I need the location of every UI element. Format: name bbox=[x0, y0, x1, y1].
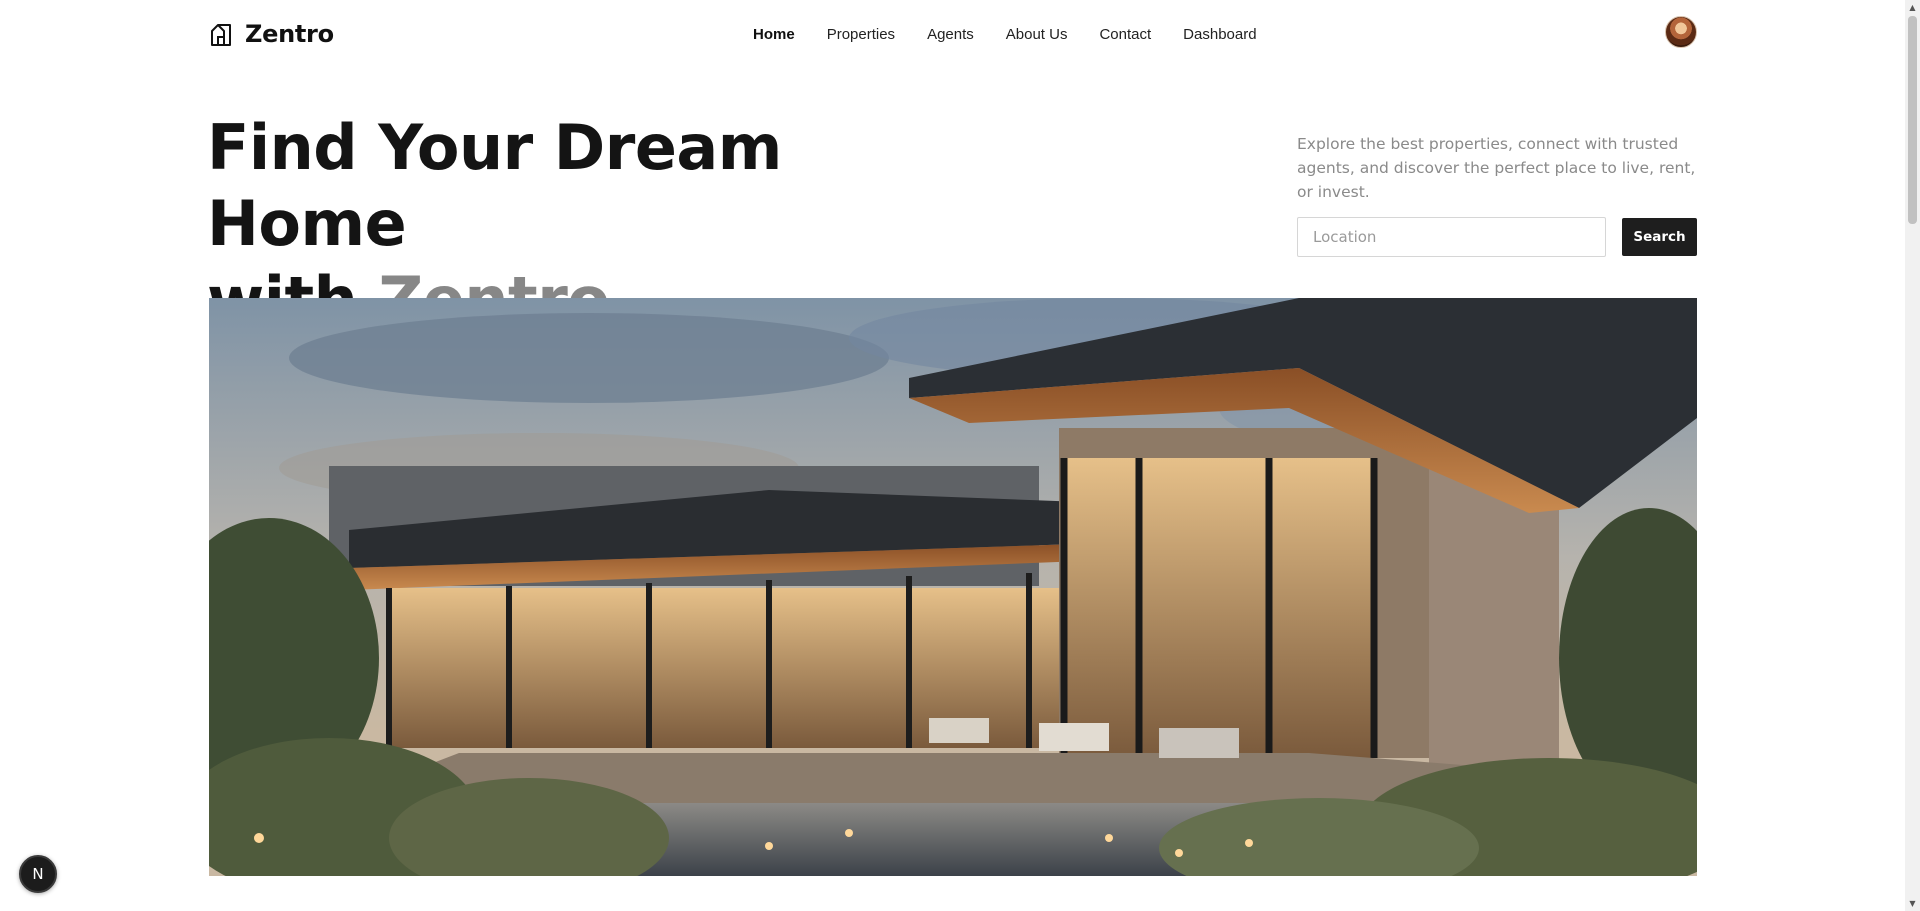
user-avatar[interactable] bbox=[1665, 16, 1697, 48]
page: Zentro Home Properties Agents About Us C… bbox=[0, 0, 1905, 911]
search-button[interactable]: Search bbox=[1622, 218, 1697, 256]
location-search: Search bbox=[1297, 217, 1697, 257]
hero-image bbox=[209, 298, 1697, 876]
nav-home[interactable]: Home bbox=[753, 26, 795, 43]
navbar: Zentro Home Properties Agents About Us C… bbox=[209, 14, 1697, 58]
brand-logo[interactable]: Zentro bbox=[209, 20, 334, 48]
nav-dashboard[interactable]: Dashboard bbox=[1183, 26, 1256, 43]
nav-agents[interactable]: Agents bbox=[927, 26, 974, 43]
nav-contact[interactable]: Contact bbox=[1099, 26, 1151, 43]
brand-name: Zentro bbox=[245, 20, 334, 48]
modern-house-illustration bbox=[209, 298, 1697, 876]
scroll-down-arrow-icon[interactable]: ▼ bbox=[1905, 896, 1920, 911]
main-nav: Home Properties Agents About Us Contact … bbox=[753, 26, 1257, 43]
location-input[interactable] bbox=[1297, 217, 1606, 257]
scroll-up-arrow-icon[interactable]: ▲ bbox=[1905, 0, 1920, 15]
n-badge-button[interactable]: N bbox=[19, 855, 57, 893]
vertical-scrollbar[interactable]: ▲ ▼ bbox=[1905, 0, 1920, 911]
hero-title-line1: Find Your Dream Home bbox=[207, 111, 782, 260]
nav-about-us[interactable]: About Us bbox=[1006, 26, 1068, 43]
house-icon bbox=[211, 24, 231, 46]
hero-description: Explore the best properties, connect wit… bbox=[1297, 135, 1696, 201]
nav-properties[interactable]: Properties bbox=[827, 26, 895, 43]
scroll-thumb[interactable] bbox=[1908, 16, 1917, 224]
